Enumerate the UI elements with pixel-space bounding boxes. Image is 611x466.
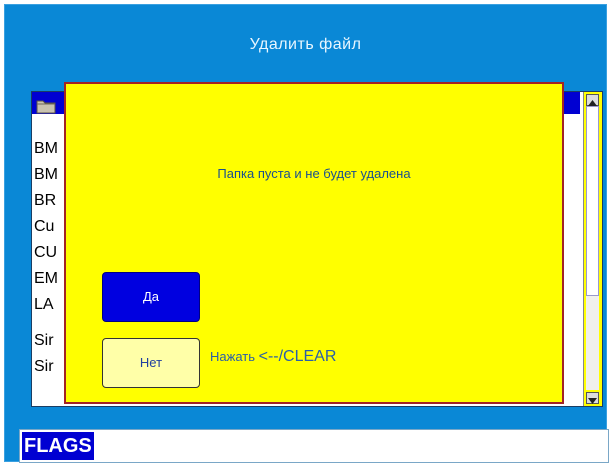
no-button[interactable]: Нет bbox=[102, 338, 200, 388]
scrollbar[interactable] bbox=[583, 92, 602, 406]
list-item[interactable]: BM bbox=[34, 136, 58, 162]
folder-icon bbox=[36, 100, 56, 114]
list-item[interactable]: Sir bbox=[34, 328, 54, 354]
list-item[interactable]: CU bbox=[34, 240, 57, 266]
list-item[interactable]: EM bbox=[34, 266, 58, 292]
arrow-down-icon bbox=[588, 398, 597, 404]
confirm-dialog: Папка пуста и не будет удалена Да Нет На… bbox=[64, 82, 564, 404]
list-item[interactable]: Sir bbox=[34, 354, 54, 380]
list-item[interactable]: BR bbox=[34, 188, 56, 214]
list-item[interactable]: Cu bbox=[34, 214, 54, 240]
scroll-down-arrow[interactable] bbox=[586, 392, 599, 404]
hint-text: Нажать <--/CLEAR bbox=[210, 348, 336, 366]
yes-button[interactable]: Да bbox=[102, 272, 200, 322]
scroll-up-arrow[interactable] bbox=[586, 94, 599, 106]
file-name-field[interactable]: FLAGS bbox=[19, 429, 609, 463]
hint-prefix: Нажать bbox=[210, 349, 259, 364]
window-title: Удалить файл bbox=[249, 36, 362, 53]
scroll-thumb[interactable] bbox=[586, 106, 599, 296]
dialog-message: Папка пуста и не будет удалена bbox=[217, 166, 411, 181]
list-item[interactable]: BM bbox=[34, 162, 58, 188]
list-item[interactable]: LA bbox=[34, 292, 54, 318]
hint-key: <--/CLEAR bbox=[258, 348, 337, 365]
file-name-value: FLAGS bbox=[22, 432, 94, 460]
